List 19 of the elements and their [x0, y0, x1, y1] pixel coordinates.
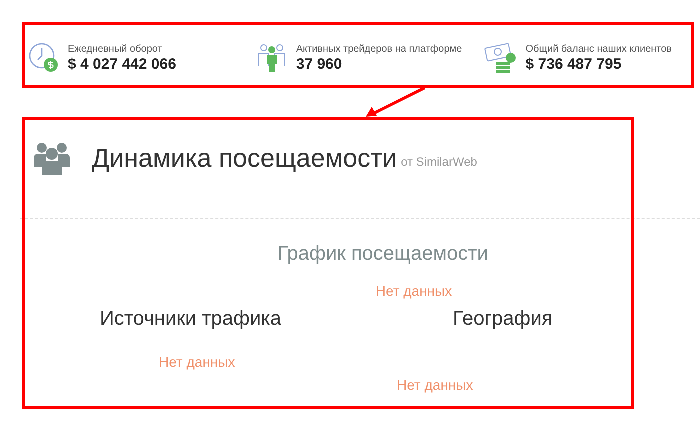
clock-icon	[28, 42, 60, 74]
geography-title: География	[453, 307, 553, 332]
stat-value: 37 960	[296, 56, 344, 74]
group-icon	[34, 141, 70, 175]
arrow	[366, 86, 426, 117]
no-data-text: Нет данных	[159, 353, 236, 372]
source-label: от SimilarWeb	[401, 154, 478, 171]
money-icon	[484, 42, 518, 74]
sources-title: Источники трафика	[100, 307, 282, 332]
stat-label: Общий баланс наших клиентов	[526, 42, 672, 56]
people-icon	[256, 42, 288, 74]
stat-value: $ 4 027 442 066	[68, 56, 176, 74]
section-title: Динамика посещаемости	[92, 142, 398, 174]
chart-title: График посещаемости	[278, 242, 488, 267]
stat-value: $ 736 487 795	[526, 56, 623, 74]
no-data-text: Нет данных	[397, 376, 474, 395]
stat-label: Ежедневный оборот	[68, 42, 164, 56]
no-data-text: Нет данных	[376, 282, 452, 301]
stat-label: Активных трейдеров на платформе	[296, 42, 462, 56]
